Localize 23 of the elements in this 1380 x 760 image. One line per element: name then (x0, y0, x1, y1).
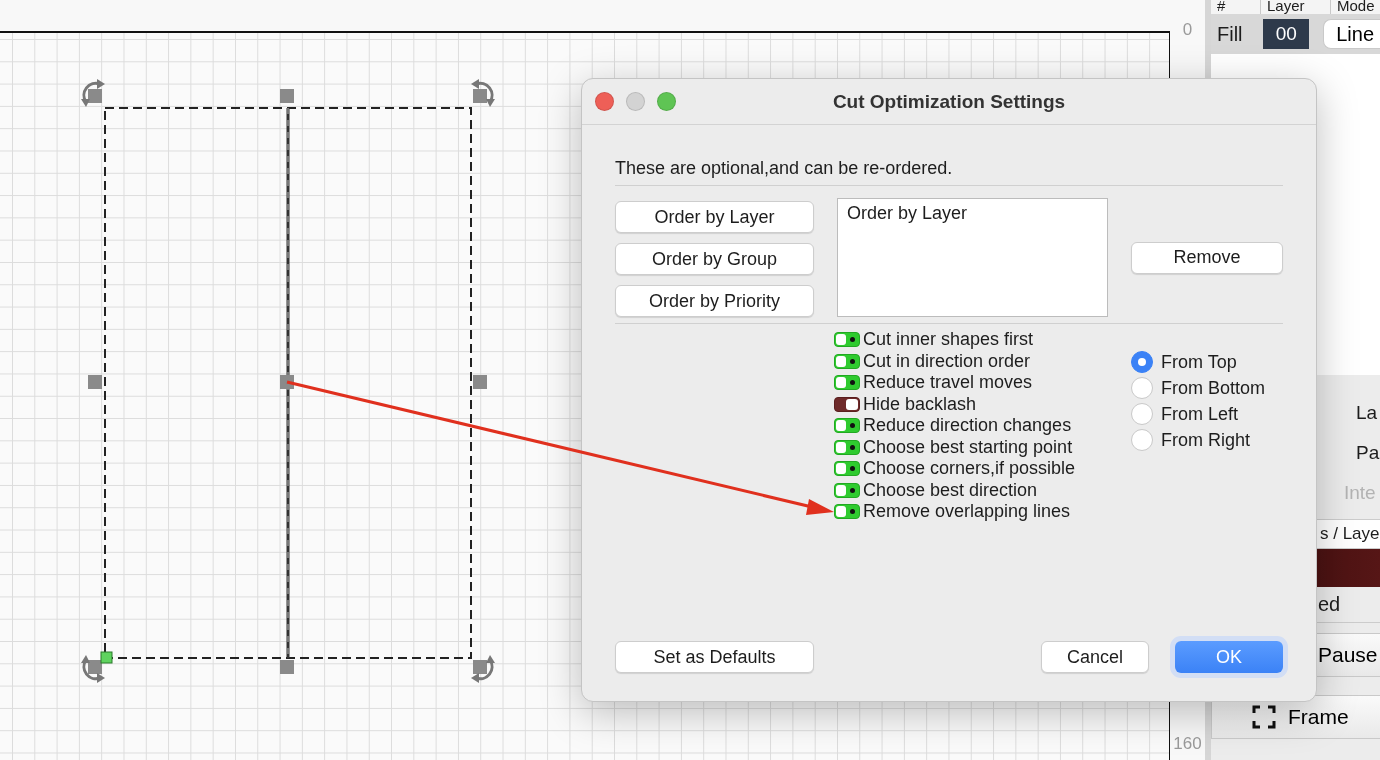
setting-label: Pa (1356, 442, 1380, 464)
ruler-label: 0 (1182, 20, 1193, 40)
setting-label: La (1356, 402, 1378, 424)
radio-label: From Bottom (1161, 377, 1266, 399)
setting-label: Inte (1344, 482, 1376, 504)
option-label: Cut inner shapes first (863, 329, 1034, 351)
column-header: s / Laye (1320, 524, 1380, 544)
layer-number: 00 (1263, 19, 1310, 49)
option-label: Choose best starting point (863, 436, 1073, 458)
radio-label: From Left (1161, 403, 1239, 425)
layer-name: Fill (1217, 22, 1244, 46)
option-label: Reduce travel moves (863, 372, 1033, 394)
intro-text: These are optional,and can be re-ordered. (615, 158, 1283, 186)
option-label: Cut in direction order (863, 350, 1031, 372)
radio-label: From Top (1161, 351, 1237, 373)
option-label: Choose best direction (863, 479, 1038, 501)
radio-label: From Right (1161, 429, 1250, 451)
option-label: Remove overlapping lines (863, 501, 1071, 523)
dialog-title: Cut Optimization Settings (832, 90, 1066, 113)
option-label: Reduce direction changes (863, 415, 1072, 437)
option-label: Hide backlash (863, 393, 977, 415)
ruler-label: 160 (1173, 734, 1202, 754)
option-label: Choose corners,if possible (863, 458, 1076, 480)
